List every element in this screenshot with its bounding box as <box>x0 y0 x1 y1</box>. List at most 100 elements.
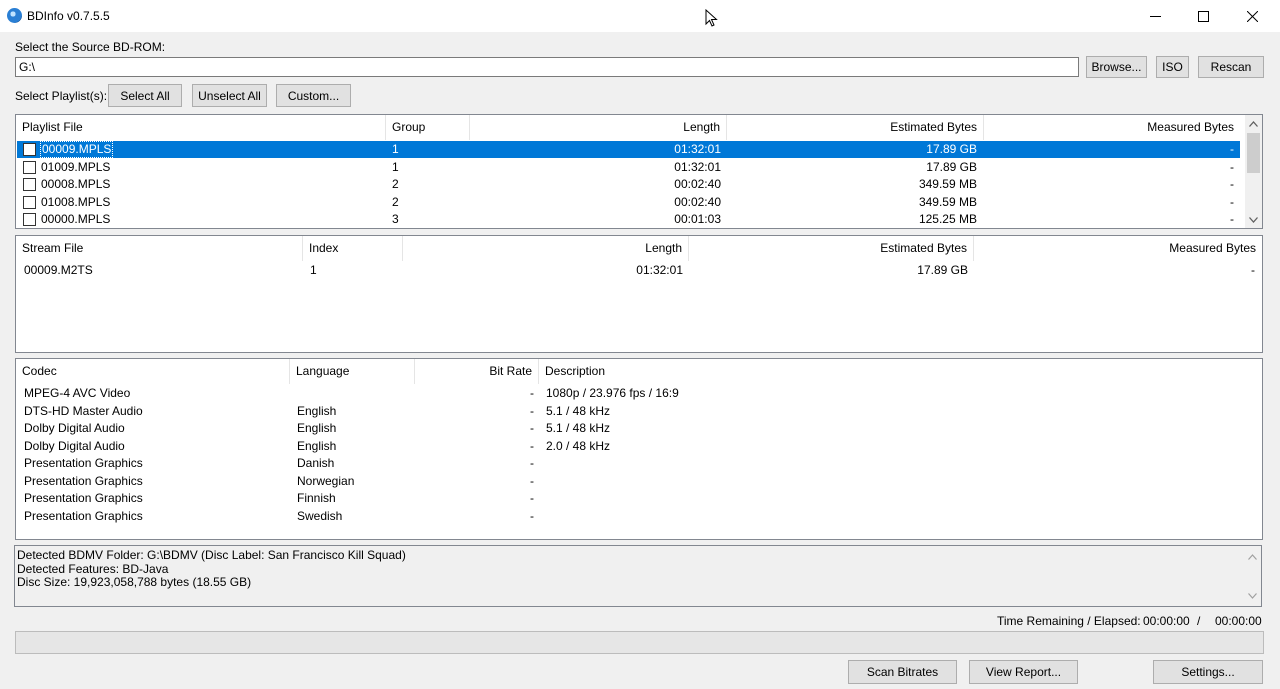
playlist-checkbox[interactable] <box>23 213 36 226</box>
col-measured-bytes[interactable]: Measured Bytes <box>984 115 1240 140</box>
select-all-button[interactable]: Select All <box>108 84 182 107</box>
rescan-button[interactable]: Rescan <box>1198 56 1264 78</box>
playlist-length: 00:01:03 <box>674 212 721 226</box>
col-length[interactable]: Length <box>470 115 727 140</box>
chevron-down-icon[interactable] <box>1244 587 1261 604</box>
codec-bitrate: - <box>530 456 534 470</box>
minimize-icon <box>1149 15 1161 17</box>
codec-name: Presentation Graphics <box>24 509 143 523</box>
codec-row[interactable]: Dolby Digital Audio English - 2.0 / 48 k… <box>17 438 1262 455</box>
stream-row[interactable]: 00009.M2TS 1 01:32:01 17.89 GB - <box>17 262 1262 279</box>
minimize-button[interactable] <box>1132 0 1178 32</box>
codec-row[interactable]: Dolby Digital Audio English - 5.1 / 48 k… <box>17 420 1262 437</box>
codec-list[interactable]: Codec Language Bit Rate Description MPEG… <box>15 358 1263 540</box>
playlist-measured-bytes: - <box>1230 142 1234 156</box>
playlist-row[interactable]: 01009.MPLS 1 01:32:01 17.89 GB - <box>17 159 1240 176</box>
playlist-checkbox[interactable] <box>23 143 36 156</box>
playlist-measured-bytes: - <box>1230 177 1234 191</box>
col-language[interactable]: Language <box>290 359 415 384</box>
scan-progress-bar <box>15 631 1264 654</box>
codec-row[interactable]: Presentation Graphics Norwegian - <box>17 473 1262 490</box>
select-playlists-label: Select Playlist(s): <box>15 89 108 103</box>
codec-name: MPEG-4 AVC Video <box>24 386 131 400</box>
codec-description: 2.0 / 48 kHz <box>546 439 611 453</box>
browse-button[interactable]: Browse... <box>1086 56 1147 78</box>
col-group[interactable]: Group <box>386 115 470 140</box>
codec-language: Norwegian <box>297 474 355 488</box>
playlist-group: 2 <box>392 177 399 191</box>
playlist-checkbox[interactable] <box>23 178 36 191</box>
playlist-estimated-bytes: 349.59 MB <box>918 195 977 209</box>
features-line: Detected Features: BD-Java <box>17 561 169 576</box>
chevron-up-icon[interactable] <box>1244 548 1261 565</box>
info-scrollbar[interactable] <box>1244 546 1261 606</box>
stream-list[interactable]: Stream File Index Length Estimated Bytes… <box>15 235 1263 353</box>
codec-row[interactable]: Presentation Graphics Swedish - <box>17 508 1262 525</box>
playlist-file: 00009.MPLS <box>40 141 114 158</box>
settings-button[interactable]: Settings... <box>1153 660 1263 684</box>
playlist-length: 00:02:40 <box>674 195 721 209</box>
stream-measured-bytes: - <box>1251 263 1255 277</box>
playlist-estimated-bytes: 17.89 GB <box>926 160 977 174</box>
unselect-all-button[interactable]: Unselect All <box>192 84 267 107</box>
playlist-row[interactable]: 01008.MPLS 2 00:02:40 349.59 MB - <box>17 194 1240 211</box>
codec-row[interactable]: MPEG-4 AVC Video - 1080p / 23.976 fps / … <box>17 385 1262 402</box>
col-estimated-bytes[interactable]: Estimated Bytes <box>689 236 974 261</box>
maximize-button[interactable] <box>1180 0 1226 32</box>
col-index[interactable]: Index <box>303 236 403 261</box>
playlist-length: 00:02:40 <box>674 177 721 191</box>
custom-button[interactable]: Custom... <box>276 84 351 107</box>
codec-bitrate: - <box>530 439 534 453</box>
col-stream-file[interactable]: Stream File <box>16 236 303 261</box>
playlist-row[interactable]: 00008.MPLS 2 00:02:40 349.59 MB - <box>17 176 1240 193</box>
codec-language: English <box>297 439 337 453</box>
codec-row[interactable]: Presentation Graphics Finnish - <box>17 490 1262 507</box>
col-codec[interactable]: Codec <box>16 359 290 384</box>
col-bit-rate[interactable]: Bit Rate <box>415 359 539 384</box>
playlist-scrollbar[interactable] <box>1245 115 1262 228</box>
scrollbar-thumb[interactable] <box>1247 133 1260 173</box>
codec-bitrate: - <box>530 474 534 488</box>
stream-length: 01:32:01 <box>636 263 683 277</box>
chevron-up-icon[interactable] <box>1245 115 1262 132</box>
codec-bitrate: - <box>530 421 534 435</box>
codec-description: 5.1 / 48 kHz <box>546 404 611 418</box>
close-button[interactable] <box>1229 0 1275 32</box>
playlist-row[interactable]: 00009.MPLS 1 01:32:01 17.89 GB - <box>17 141 1240 158</box>
disc-info-textbox[interactable]: Detected BDMV Folder: G:\BDMV (Disc Labe… <box>14 545 1262 607</box>
col-estimated-bytes[interactable]: Estimated Bytes <box>727 115 984 140</box>
codec-name: Dolby Digital Audio <box>24 421 125 435</box>
playlist-group: 1 <box>392 142 399 156</box>
codec-bitrate: - <box>530 491 534 505</box>
codec-row[interactable]: Presentation Graphics Danish - <box>17 455 1262 472</box>
codec-row[interactable]: DTS-HD Master Audio English - 5.1 / 48 k… <box>17 403 1262 420</box>
col-length[interactable]: Length <box>403 236 689 261</box>
col-description[interactable]: Description <box>539 359 839 384</box>
scan-bitrates-button[interactable]: Scan Bitrates <box>848 660 957 684</box>
view-report-button[interactable]: View Report... <box>969 660 1078 684</box>
mouse-pointer-icon <box>705 9 718 27</box>
close-icon <box>1246 10 1258 22</box>
playlist-row[interactable]: 00000.MPLS 3 00:01:03 125.25 MB - <box>17 211 1240 228</box>
playlist-list[interactable]: Playlist File Group Length Estimated Byt… <box>15 114 1263 229</box>
stream-file: 00009.M2TS <box>24 263 93 277</box>
codec-description: 1080p / 23.976 fps / 16:9 <box>546 386 679 400</box>
col-playlist-file[interactable]: Playlist File <box>16 115 386 140</box>
codec-language: Swedish <box>297 509 343 523</box>
codec-name: Presentation Graphics <box>24 491 143 505</box>
codec-language: Finnish <box>297 491 336 505</box>
playlist-checkbox[interactable] <box>23 196 36 209</box>
bdmv-folder-line: Detected BDMV Folder: G:\BDMV (Disc Labe… <box>17 548 406 562</box>
chevron-down-icon[interactable] <box>1245 211 1262 228</box>
playlist-measured-bytes: - <box>1230 195 1234 209</box>
source-path-input[interactable]: G:\ <box>15 57 1079 77</box>
codec-description: 5.1 / 48 kHz <box>546 421 611 435</box>
playlist-checkbox[interactable] <box>23 161 36 174</box>
disc-size-line: Disc Size: 19,923,058,788 bytes (18.55 G… <box>17 575 252 589</box>
playlist-estimated-bytes: 125.25 MB <box>918 212 977 226</box>
iso-button[interactable]: ISO <box>1156 56 1189 78</box>
window-title: BDInfo v0.7.5.5 <box>27 9 110 23</box>
playlist-estimated-bytes: 349.59 MB <box>918 177 977 191</box>
playlist-file: 01008.MPLS <box>41 195 111 209</box>
col-measured-bytes[interactable]: Measured Bytes <box>974 236 1262 261</box>
